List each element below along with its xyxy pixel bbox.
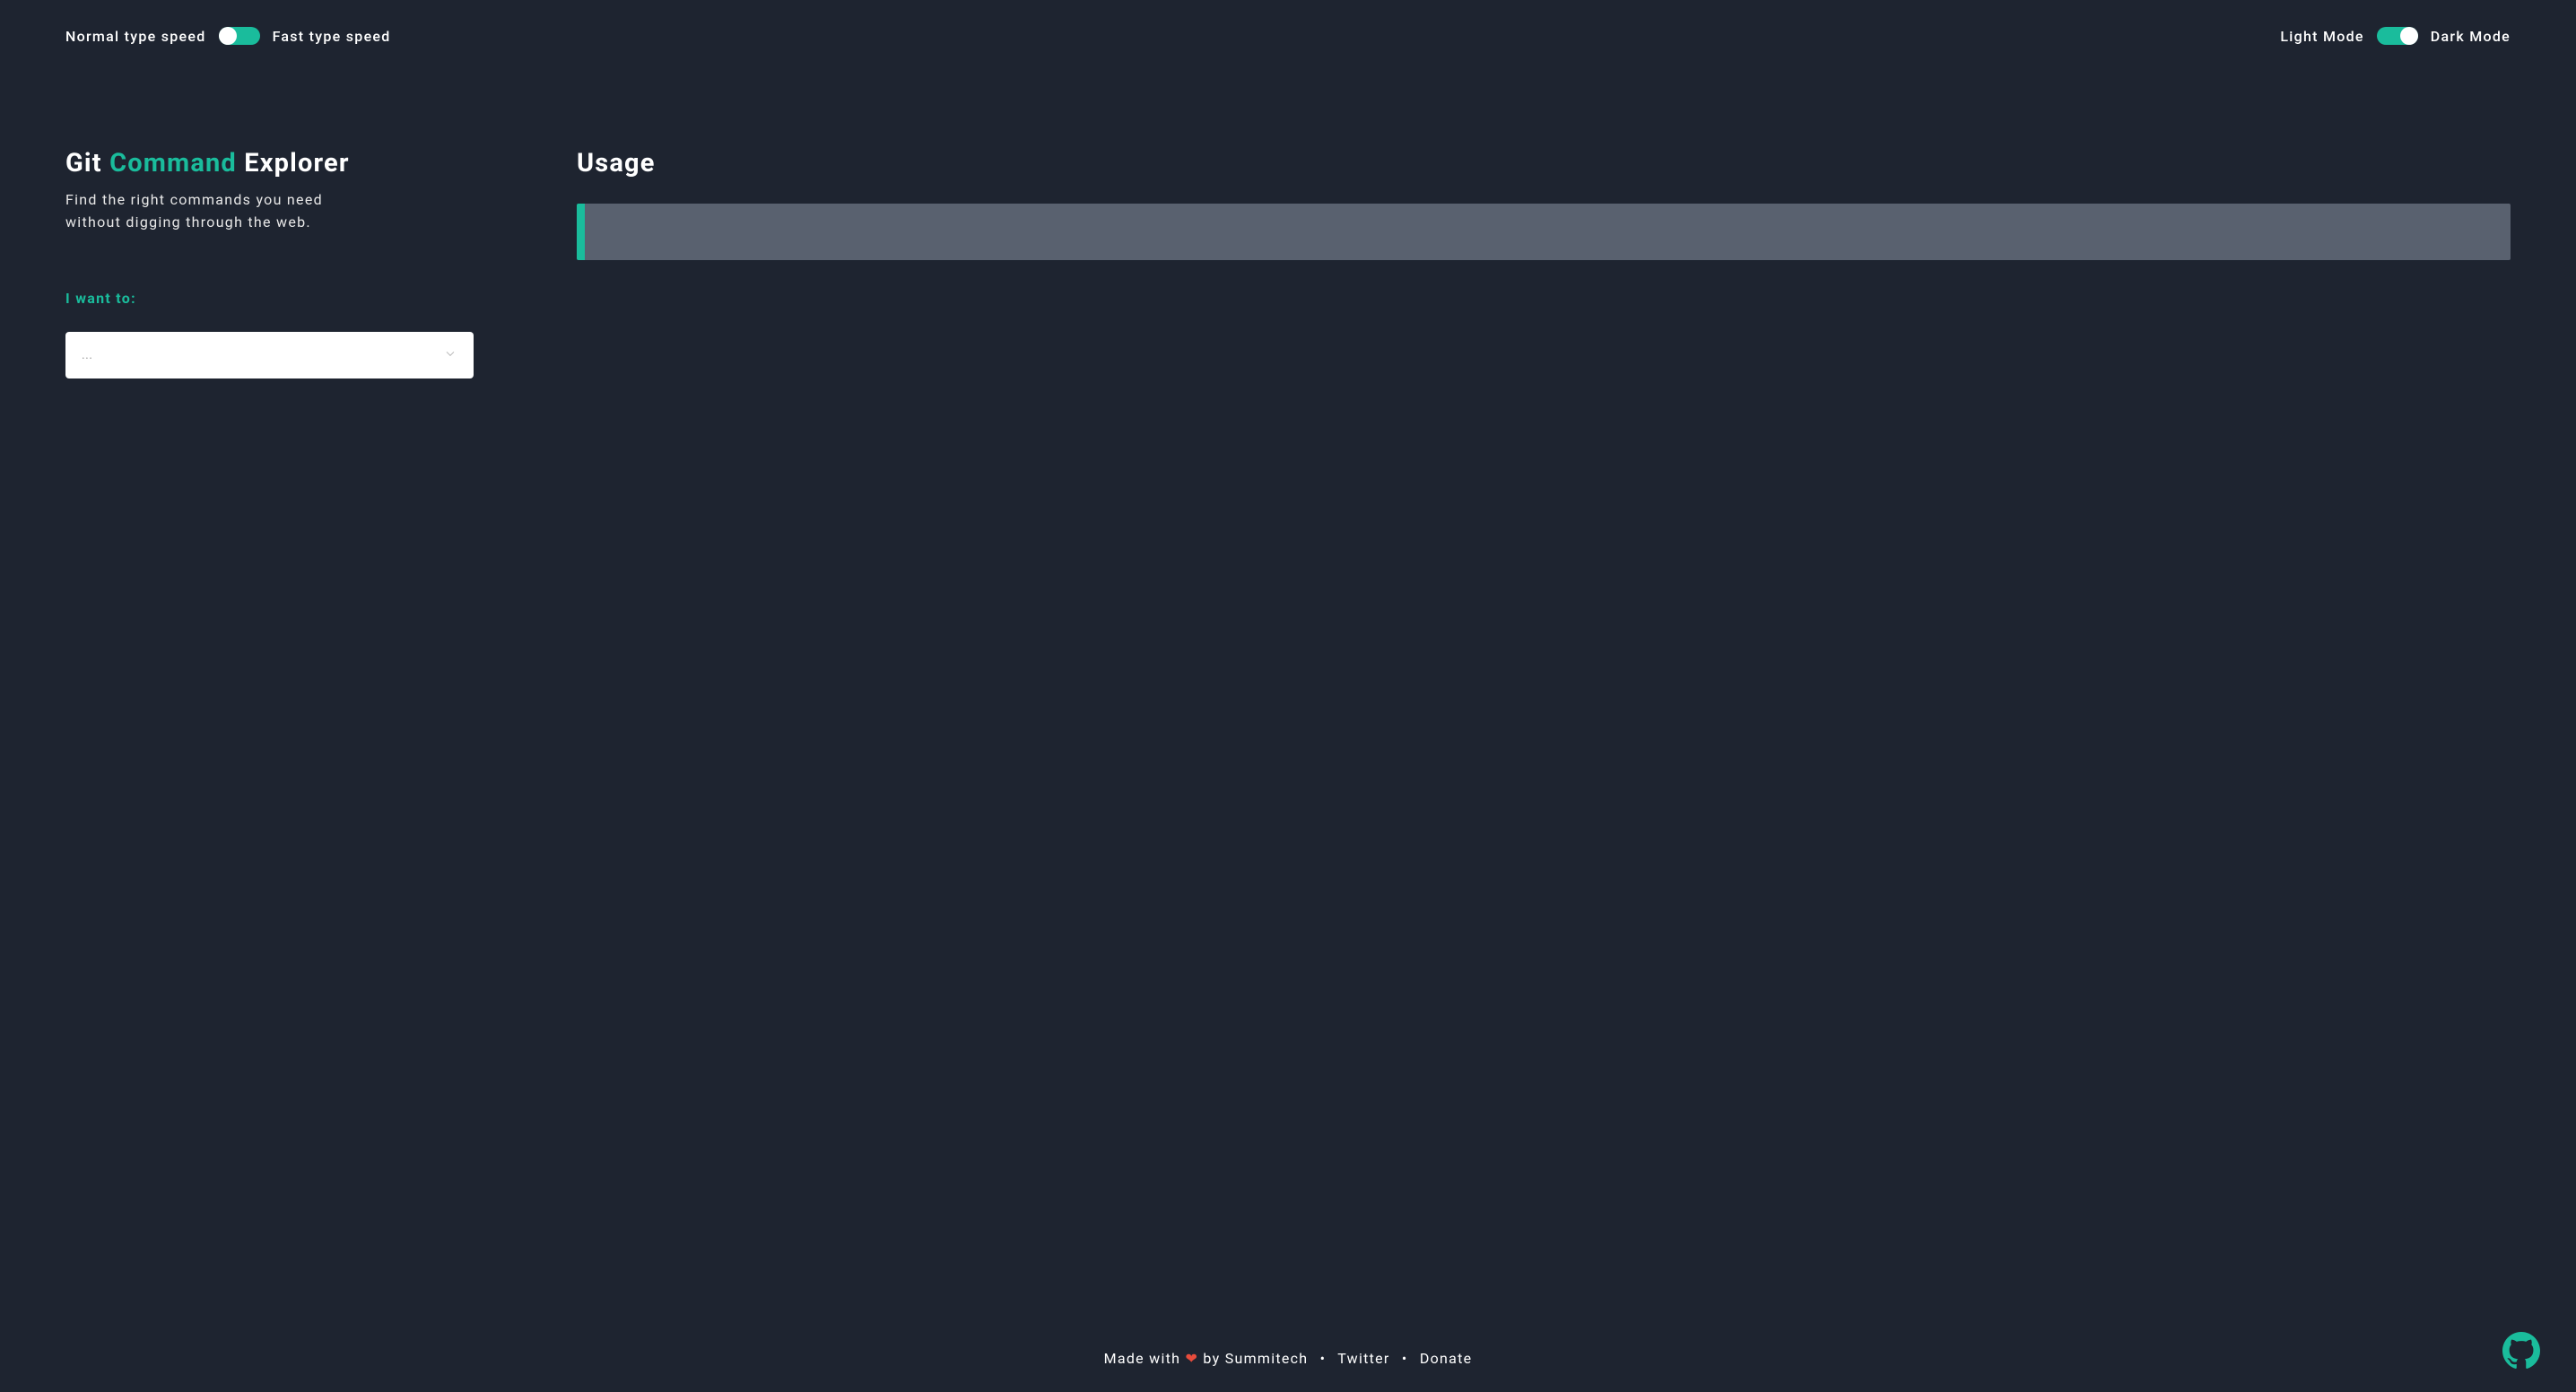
footer: Made with ❤ by Summitech • Twitter • Don… [0, 1332, 2576, 1392]
title-part3: Explorer [237, 148, 350, 178]
left-column: Git Command Explorer Find the right comm… [65, 148, 474, 1332]
page-title: Git Command Explorer [65, 148, 474, 178]
select-placeholder: ... [82, 348, 92, 362]
separator: • [1320, 1350, 1327, 1367]
dark-mode-label: Dark Mode [2431, 28, 2511, 45]
title-part1: Git [65, 148, 109, 178]
prompt-label: I want to: [65, 290, 474, 307]
page-subtitle: Find the right commands you need without… [65, 189, 352, 234]
github-icon[interactable] [2502, 1332, 2540, 1370]
title-accent: Command [109, 148, 237, 178]
light-mode-label: Light Mode [2280, 28, 2363, 45]
toggle-knob [219, 27, 237, 45]
footer-made-with: Made with [1104, 1350, 1186, 1367]
toggle-knob [2400, 27, 2418, 45]
donate-link[interactable]: Donate [1420, 1350, 1473, 1367]
theme-toggle[interactable] [2377, 27, 2418, 45]
footer-by: by [1198, 1350, 1225, 1367]
chevron-down-icon [443, 346, 457, 364]
main-content: Git Command Explorer Find the right comm… [0, 63, 2576, 1332]
footer-content: Made with ❤ by Summitech • Twitter • Don… [36, 1350, 2540, 1367]
header: Normal type speed Fast type speed Light … [0, 0, 2576, 63]
separator: • [1402, 1350, 1408, 1367]
theme-toggle-group: Light Mode Dark Mode [2280, 27, 2511, 45]
type-speed-toggle-group: Normal type speed Fast type speed [65, 27, 391, 45]
twitter-link[interactable]: Twitter [1337, 1350, 1389, 1367]
action-select[interactable]: ... [65, 332, 474, 378]
usage-title: Usage [577, 148, 2511, 178]
usage-output [577, 204, 2511, 260]
heart-icon: ❤ [1185, 1350, 1198, 1367]
fast-speed-label: Fast type speed [273, 28, 391, 45]
normal-speed-label: Normal type speed [65, 28, 206, 45]
type-speed-toggle[interactable] [219, 27, 260, 45]
right-column: Usage [577, 148, 2511, 1332]
author-link[interactable]: Summitech [1225, 1350, 1309, 1367]
